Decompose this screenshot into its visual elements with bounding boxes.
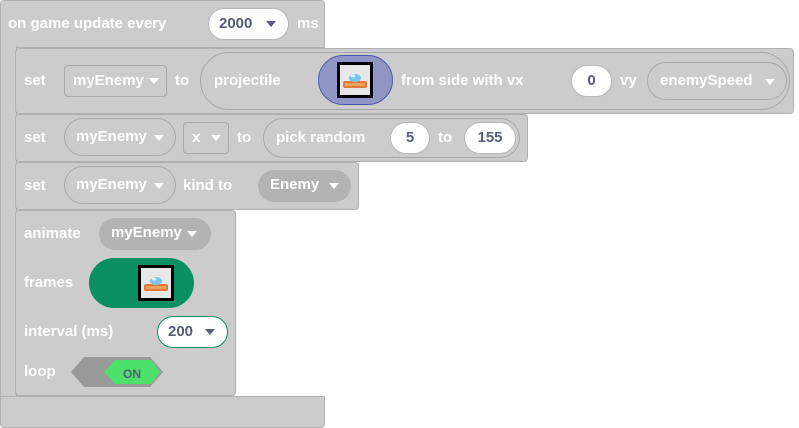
variable-dropdown[interactable]: myEnemy <box>64 166 176 204</box>
frames-label: frames <box>24 274 74 291</box>
max-value: 155 <box>477 129 503 146</box>
variable-dropdown[interactable]: myEnemy <box>64 118 176 156</box>
event-block-footer <box>0 396 325 428</box>
variable-name: myEnemy <box>73 72 144 89</box>
chevron-down-icon <box>187 231 197 237</box>
to-label: to <box>175 72 190 89</box>
kind-dropdown[interactable]: Enemy <box>258 170 351 202</box>
interval-unit: ms <box>297 15 319 32</box>
property-dropdown[interactable]: x <box>183 122 229 154</box>
interval-label: interval (ms) <box>24 323 114 340</box>
variable-dropdown[interactable]: myEnemy <box>99 218 211 250</box>
kind-to-label: kind to <box>183 177 233 194</box>
chevron-down-icon <box>211 135 221 141</box>
min-value: 5 <box>405 129 415 146</box>
interval-value: 2000 <box>219 15 253 32</box>
set-label: set <box>24 129 46 146</box>
vx-input[interactable]: 0 <box>571 65 612 97</box>
variable-name: myEnemy <box>111 224 182 241</box>
chevron-down-icon <box>266 21 276 27</box>
projectile-image-icon <box>337 62 373 98</box>
from-side-label: from side with vx <box>401 72 524 89</box>
kind-name: Enemy <box>270 176 320 193</box>
loop-state: ON <box>123 367 141 381</box>
set-label: set <box>24 177 46 194</box>
between-label: to <box>438 129 453 146</box>
chevron-down-icon <box>149 78 159 84</box>
chevron-down-icon <box>205 329 215 335</box>
set-label: set <box>24 72 46 89</box>
min-input[interactable]: 5 <box>390 122 430 154</box>
chevron-down-icon <box>154 135 164 141</box>
anim-interval-value: 200 <box>168 323 194 340</box>
vy-label: vy <box>620 72 637 89</box>
property-name: x <box>192 129 201 146</box>
max-input[interactable]: 155 <box>464 122 516 154</box>
vx-value: 0 <box>587 72 596 89</box>
variable-dropdown[interactable]: myEnemy <box>64 65 167 97</box>
loop-toggle[interactable] <box>69 355 165 389</box>
to-label: to <box>237 129 252 146</box>
chevron-down-icon <box>765 79 775 85</box>
vy-variable-dropdown[interactable]: enemySpeed <box>647 62 787 100</box>
animate-label: animate <box>24 225 81 242</box>
variable-name: myEnemy <box>76 176 147 193</box>
chevron-down-icon <box>329 183 339 189</box>
pick-random-label: pick random <box>276 129 366 146</box>
chevron-down-icon <box>154 183 164 189</box>
event-label: on game update every <box>8 15 167 32</box>
vy-variable-name: enemySpeed <box>660 72 753 89</box>
projectile-label: projectile <box>214 72 281 89</box>
frame-image-icon <box>138 265 174 301</box>
variable-name: myEnemy <box>76 128 147 145</box>
loop-label: loop <box>24 363 56 380</box>
